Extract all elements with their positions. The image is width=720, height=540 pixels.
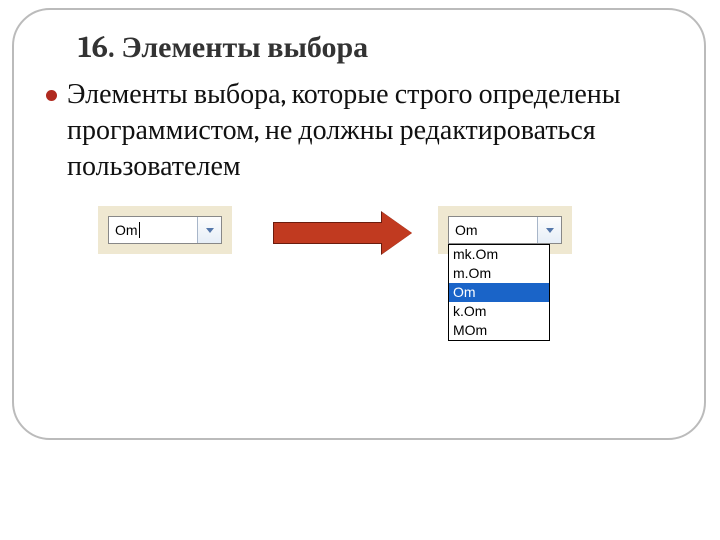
combobox-display[interactable]: Om (449, 217, 537, 243)
dropdown-option[interactable]: MOm (449, 321, 549, 340)
combobox-value: Om (455, 222, 478, 238)
text-caret (139, 222, 140, 238)
chevron-down-icon (546, 228, 554, 233)
combobox-value: Om (115, 222, 138, 238)
slide-frame: 16. Элементы выбора Элементы выбора, кот… (12, 8, 706, 440)
combobox-control[interactable]: Om (448, 216, 562, 244)
dropdown-option[interactable]: mk.Om (449, 245, 549, 264)
dropdown-list[interactable]: mk.Om m.Om Om k.Om MOm (448, 244, 550, 340)
arrow-right-icon (273, 212, 413, 254)
dropdown-button[interactable] (197, 217, 221, 243)
dropdown-button[interactable] (537, 217, 561, 243)
dropdown-option-selected[interactable]: Om (449, 283, 549, 302)
diagram: Om Om mk.Om m.Om Om (98, 206, 676, 376)
bullet-text: Элементы выбора, которые строго определе… (67, 77, 666, 184)
combobox-control[interactable]: Om (108, 216, 222, 244)
combobox-input[interactable]: Om (109, 217, 197, 243)
dropdown-option[interactable]: m.Om (449, 264, 549, 283)
dropdown-option[interactable]: k.Om (449, 302, 549, 321)
chevron-down-icon (206, 228, 214, 233)
slide-title: 16. Элементы выбора (78, 30, 676, 65)
bullet-icon (46, 90, 57, 101)
bullet-item: Элементы выбора, которые строго определе… (46, 77, 666, 184)
combobox-editable: Om (98, 206, 232, 254)
